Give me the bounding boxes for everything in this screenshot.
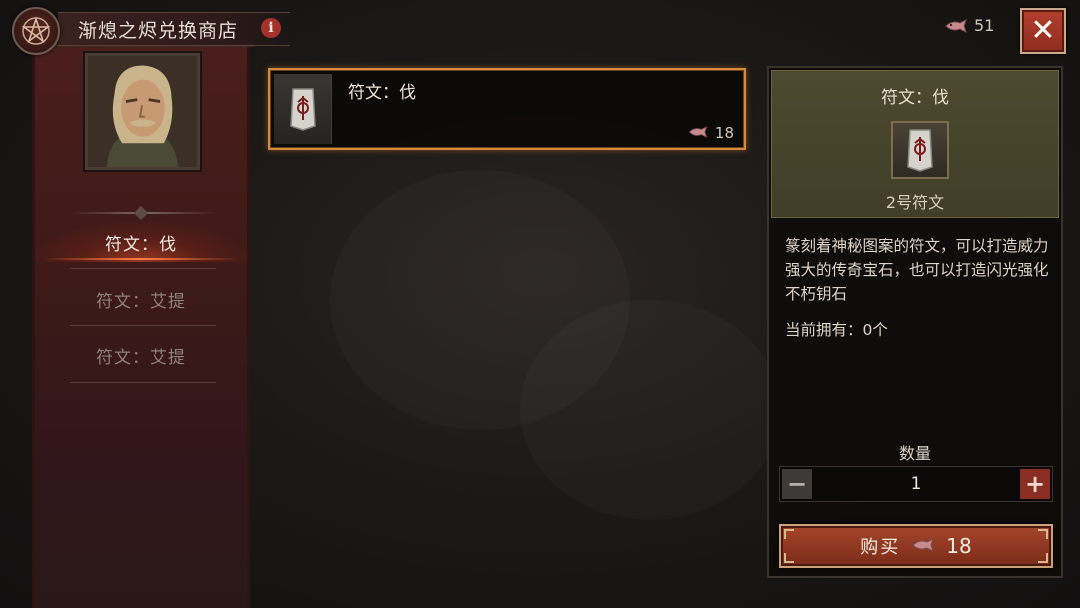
buy-label: 购买 [860, 537, 901, 558]
close-button[interactable]: ✕ [1020, 8, 1066, 54]
sidebar-item-rune-aiti[interactable]: 符文：艾提 [34, 279, 248, 319]
quantity-value[interactable]: 1 [820, 474, 1012, 494]
item-name: 符文：伐 [348, 83, 416, 103]
item-price-value: 18 [714, 124, 734, 142]
corner-ornament [784, 529, 794, 539]
buy-price: 18 [946, 534, 972, 558]
shop-title-bar: 渐熄之烬兑换商店 i [0, 0, 300, 56]
background-texture [520, 300, 780, 520]
rune-fa-icon [274, 74, 332, 144]
corner-ornament [784, 553, 794, 563]
currency-display: 51 [944, 16, 994, 35]
currency-amount: 51 [974, 16, 995, 35]
ember-fish-icon [910, 537, 936, 556]
sidebar-item-label: 符文：艾提 [96, 347, 186, 368]
sidebar-item-label: 符文：艾提 [96, 291, 186, 312]
owned-count: 当前拥有：0个 [785, 321, 888, 339]
item-price: 18 [687, 124, 734, 142]
close-icon: ✕ [1030, 13, 1056, 48]
sidebar-separator [70, 268, 216, 269]
vendor-portrait [85, 53, 200, 170]
quantity-label: 数量 [898, 444, 931, 463]
quantity-stepper: − 1 + [779, 466, 1053, 502]
corner-ornament [1038, 553, 1048, 563]
quantity-increase-button[interactable]: + [1020, 469, 1050, 499]
shop-item-card[interactable]: 符文：伐 18 [268, 68, 746, 150]
item-detail-panel: 符文：伐 2号符文 篆刻着神秘图案的符文，可以打造威力强大的传奇宝石，也可以打造… [767, 66, 1063, 578]
detail-header: 符文：伐 2号符文 [771, 70, 1059, 218]
sidebar-item-rune-aiti-2[interactable]: 符文：艾提 [34, 335, 248, 375]
detail-description: 篆刻着神秘图案的符文，可以打造威力强大的传奇宝石，也可以打造闪光强化不朽钥石 [785, 237, 1049, 303]
quantity-decrease-button[interactable]: − [782, 469, 812, 499]
ember-fish-icon [687, 124, 709, 142]
sidebar-separator [70, 325, 216, 326]
detail-title: 符文：伐 [881, 88, 949, 108]
detail-subtitle: 2号符文 [885, 193, 945, 212]
sidebar-separator [70, 382, 216, 383]
pentagram-emblem-icon [12, 7, 60, 55]
sidebar-item-label: 符文：伐 [105, 234, 177, 255]
ember-fish-icon [944, 18, 968, 33]
info-icon[interactable]: i [261, 18, 281, 38]
buy-button[interactable]: 购买 18 [779, 524, 1053, 568]
rune-fa-icon [891, 121, 949, 179]
sidebar-item-rune-fa[interactable]: 符文：伐 [34, 222, 248, 262]
ornament-divider [70, 212, 216, 214]
shop-title: 渐熄之烬兑换商店 [78, 20, 239, 42]
corner-ornament [1038, 529, 1048, 539]
